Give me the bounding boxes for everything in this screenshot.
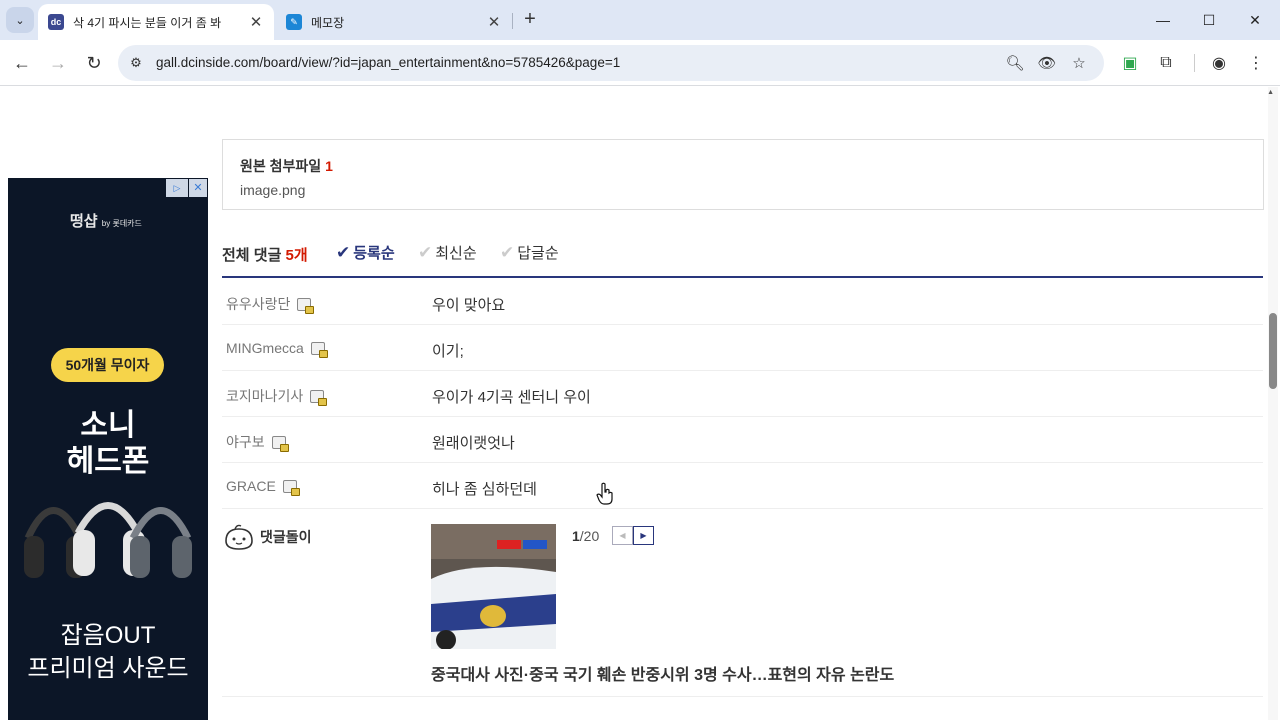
zoom-icon[interactable]: 🔍︎	[1004, 52, 1026, 74]
comment-list: 유우사랑단 우이 맞아요 MINGmecca 이기; 코지마나기사 우이가 4기…	[222, 279, 1263, 509]
tab-title: 메모장	[311, 15, 345, 30]
close-tab-icon[interactable]: ✕	[486, 13, 502, 31]
minimize-button[interactable]: —	[1140, 0, 1186, 40]
ad-badge: 50개월 무이자	[51, 348, 164, 382]
comment-count: 5개	[285, 247, 308, 264]
tab-search-button[interactable]: ⌄	[6, 7, 34, 33]
comment-text: 우이가 4기곡 센터니 우이	[432, 389, 591, 406]
scroll-up-icon[interactable]: ▲	[1267, 89, 1274, 96]
dory-face-icon	[225, 524, 253, 550]
comment-text: 히나 좀 심하던데	[432, 481, 537, 498]
attachment-title: 원본 첨부파일 1	[240, 158, 333, 174]
check-icon: ✔	[336, 242, 351, 262]
ad-headline: 헤드폰	[66, 445, 150, 478]
member-icon	[297, 297, 315, 314]
ad-close-icon[interactable]: ✕	[189, 179, 207, 197]
scrollbar-thumb[interactable]	[1269, 313, 1277, 389]
sort-registered[interactable]: ✔ 등록순	[336, 242, 395, 263]
comment-row: MINGmecca 이기;	[222, 325, 1263, 371]
comment-dory: 댓글돌이 1/20 ◀ ▶ 중국대사 사진·중국 국기 훼손 반중시위 3명 수…	[222, 509, 1263, 697]
comment-text: 우이 맞아요	[432, 297, 506, 314]
comment-text: 이기;	[432, 343, 464, 360]
attachment-file-link[interactable]: image.png	[240, 182, 305, 198]
comment-row: 코지마나기사 우이가 4기곡 센터니 우이	[222, 371, 1263, 417]
comment-text: 원래이랫엇나	[432, 435, 515, 452]
page-content: ▷ ✕ 떵샵 by 롯데카드 50개월 무이자 소니 헤드폰 잡음OUT 프리미…	[0, 87, 1280, 720]
attachment-box: 원본 첨부파일 1 image.png	[222, 139, 1264, 210]
tab-bar: ⌄ dc 삭 4기 파시는 분들 이거 좀 봐 ✕ ✎ 메모장 ✕ + — ☐ …	[0, 0, 1280, 40]
dory-label: 댓글돌이	[260, 529, 312, 545]
ad-banner[interactable]: ▷ ✕ 떵샵 by 롯데카드 50개월 무이자 소니 헤드폰 잡음OUT 프리미…	[8, 178, 208, 720]
ad-footer: 잡음OUT	[60, 622, 156, 649]
dc-icon: dc	[48, 14, 64, 30]
reload-button[interactable]: ↻	[79, 48, 109, 78]
comment-nick[interactable]: GRACE	[226, 478, 300, 496]
headphones-image	[24, 502, 192, 578]
member-icon	[282, 479, 300, 496]
prev-arrow-icon[interactable]: ◀	[612, 526, 633, 545]
comment-nick[interactable]: 유우사랑단	[226, 294, 315, 314]
hand-cursor-icon	[596, 482, 613, 505]
close-window-button[interactable]: ✕	[1232, 0, 1278, 40]
dory-news-title[interactable]: 중국대사 사진·중국 국기 훼손 반중시위 3명 수사…표현의 자유 논란도	[431, 661, 894, 685]
comments-header: 전체 댓글 5개 ✔ 등록순 ✔ 최신순 ✔ 답글순	[222, 237, 1263, 278]
comment-total: 전체 댓글 5개	[222, 247, 308, 264]
url-text[interactable]: gall.dcinside.com/board/view/?id=japan_e…	[156, 55, 620, 70]
comment-row: 유우사랑단 우이 맞아요	[222, 279, 1263, 325]
extensions-puzzle-icon[interactable]: ⧉	[1153, 50, 1179, 76]
tab-divider	[512, 13, 513, 29]
member-icon	[310, 341, 328, 358]
comment-nick[interactable]: 코지마나기사	[226, 386, 328, 406]
page-scrollbar[interactable]: ▲	[1267, 87, 1278, 720]
address-bar[interactable]: ⚙ gall.dcinside.com/board/view/?id=japan…	[118, 45, 1104, 81]
ad-choices-icon[interactable]: ▷	[166, 179, 188, 197]
comment-nick[interactable]: 야구보	[226, 432, 289, 452]
tab-active[interactable]: dc 삭 4기 파시는 분들 이거 좀 봐 ✕	[38, 4, 274, 40]
forward-button[interactable]: →	[43, 48, 73, 78]
toolbar-divider	[1194, 54, 1195, 72]
next-arrow-icon[interactable]: ▶	[633, 526, 654, 545]
eye-off-icon[interactable]: 👁︎	[1036, 52, 1058, 74]
member-icon	[271, 435, 289, 452]
back-button[interactable]: ←	[7, 48, 37, 78]
menu-kebab-icon[interactable]: ⋮	[1243, 50, 1269, 76]
new-tab-button[interactable]: +	[518, 8, 542, 32]
browser-toolbar: ← → ↻ ⚙ gall.dcinside.com/board/view/?id…	[0, 40, 1280, 86]
profile-icon[interactable]: ◉	[1206, 50, 1232, 76]
maximize-button[interactable]: ☐	[1186, 0, 1232, 40]
chevron-down-icon: ⌄	[15, 14, 25, 27]
member-icon	[310, 389, 328, 406]
tab-memo[interactable]: ✎ 메모장 ✕	[276, 4, 512, 40]
sort-replies[interactable]: ✔ 답글순	[500, 242, 559, 263]
extension-green-icon[interactable]: ▣	[1117, 50, 1143, 76]
comment-nick[interactable]: MINGmecca	[226, 340, 328, 358]
comment-row: 야구보 원래이랫엇나	[222, 417, 1263, 463]
memo-icon: ✎	[286, 14, 302, 30]
check-icon: ✔	[500, 242, 515, 262]
comment-row: GRACE 히나 좀 심하던데	[222, 463, 1263, 509]
tab-title: 삭 4기 파시는 분들 이거 좀 봐	[73, 15, 222, 30]
dory-pagination: 1/20	[572, 528, 600, 544]
ad-brand: 떵샵 by 롯데카드	[70, 213, 142, 230]
ad-footer: 프리미엄 사운드	[27, 655, 189, 682]
sort-latest[interactable]: ✔ 최신순	[418, 242, 477, 263]
check-icon: ✔	[418, 242, 433, 262]
news-thumbnail[interactable]	[431, 524, 556, 649]
site-info-icon[interactable]: ⚙	[126, 53, 146, 73]
star-icon[interactable]: ☆	[1068, 52, 1090, 74]
close-tab-icon[interactable]: ✕	[248, 13, 264, 31]
attachment-count: 1	[325, 158, 333, 174]
